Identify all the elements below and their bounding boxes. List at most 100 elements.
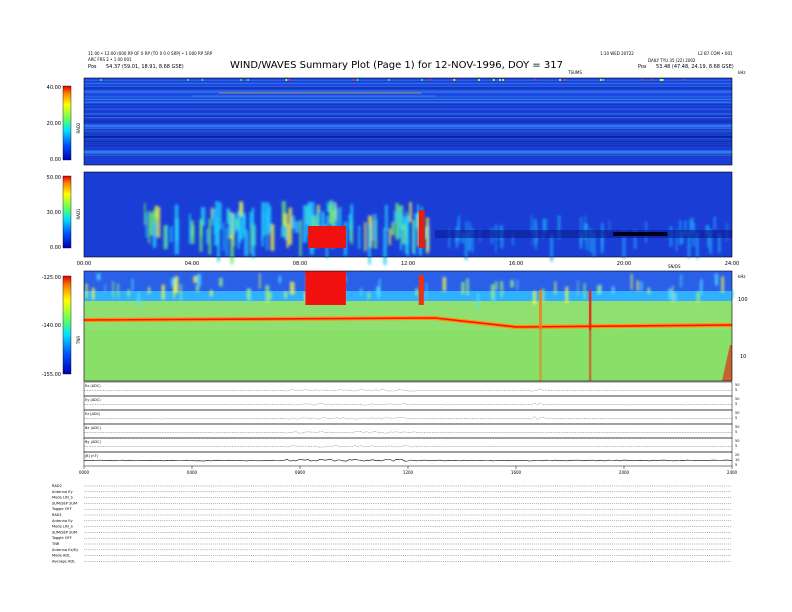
strip-trace [83,388,733,392]
rad2-cbar-tick-mid: 20.00 [47,121,61,127]
strip-label: Ez (ADC) [85,412,101,416]
rad1-burst [281,225,283,238]
tnr-noise [197,273,202,287]
rad1-burst [206,228,209,244]
rad1-burst [350,204,354,229]
tnr-noise [376,286,380,295]
tnr-noise [259,273,261,289]
footer-setting-line: Mode LIN_S [52,496,73,500]
tnr-noise [193,275,198,283]
rad1-burst [335,202,337,221]
tnr-noise [85,283,88,299]
tnr-noise [495,281,498,291]
tnr-cbar-tick-mid: -140.00 [42,323,61,329]
tnr-noise [611,286,615,294]
rad2-top-speck [534,79,537,81]
strip-frame [83,437,733,453]
footer-setting-line: RAD1 [52,513,62,517]
rad2-top-speck [240,79,242,81]
rad1-burst [265,211,268,251]
rad1-x-tick-label: 24:00 [725,261,739,267]
rad1-cbar-tick-mid: 30.00 [47,210,61,216]
rad2-cbar-tick-bot: 0.00 [50,157,61,163]
rad1-x-tick-label: 12:00 [401,261,415,267]
tnr-noise [131,278,134,291]
rad1-burst [413,225,416,255]
strip-trace [83,415,733,420]
strip-frame [83,395,733,411]
tnr-noise [117,283,119,298]
rad2-top-speck [600,79,602,81]
rad2-top-speck [499,79,501,81]
rad1-burst [239,201,244,217]
rad1-burst [249,212,253,228]
tnr-noise [500,281,504,289]
tnr-right-tick-100: 100 [738,297,748,303]
rad1-burst [329,200,333,224]
strip-right-tick: 5 [735,463,737,467]
rad1-burst [368,224,371,265]
rad1-x-tick-label: 20:00 [617,261,631,267]
strip-x-tick-label: 2000 [619,470,630,475]
rad1-burst [409,202,412,223]
rad2-top-speck [352,79,354,81]
tnr-noise [636,280,639,291]
rad2-top-speck [682,79,685,81]
strip-trace [83,445,733,448]
tnr-colorbar [62,275,72,375]
rad1-burst [152,222,157,248]
rad1-cbar-tick-bot: 0.00 [50,245,61,251]
rad1-burst [391,221,395,236]
tnr-noise [174,276,179,293]
summary-plot: 40.00 20.00 0.00 RAD2 50.00 30.00 0.00 R… [42,77,748,563]
strip-x-tick-label: 0400 [187,470,198,475]
rad1-x-tick-label: 00:00 [77,261,91,267]
tnr-noise [597,285,601,295]
rad1-corner-label: SN/DS [668,264,681,269]
tnr-ylabel: TNR [76,336,81,345]
rad1-burst [283,213,288,226]
strip-right-tick: 5 [735,402,737,406]
tnr-noise [127,289,131,297]
rad1-burst [384,204,388,231]
strip-trace [83,402,733,406]
rad2-top-speck [100,79,102,81]
tnr-noise [173,286,175,299]
strip-right-tick: 50 [735,425,739,429]
rad1-burst [243,214,246,232]
rad1-burst [383,227,387,265]
tnr-noise [218,277,223,287]
tnr-noise [289,281,294,295]
rad1-cbar-tick-top: 50.00 [47,175,61,181]
tnr-noise [112,281,114,298]
rad1-burst [364,222,367,252]
rad2-top-speck [421,79,423,81]
rad2-top-speck [247,79,249,81]
rad2-top-speck [201,79,204,81]
rad1-burst [253,223,256,245]
strip-right-tick: 5 [735,388,737,392]
tnr-noise [565,286,569,303]
rad2-top-speck [478,79,480,81]
rad1-black-band [613,232,668,236]
rad2-colorbar [62,85,72,161]
rad1-burst [426,217,429,254]
rad1-burst [286,224,289,248]
rad2-top-speck [660,79,662,81]
tnr-right-axis: 100 10 kHz [738,274,748,360]
tnr-noise [490,284,495,300]
tnr-noise [668,288,672,300]
rad2-top-speck [602,79,605,81]
strip-x-tick-label: 0000 [79,470,90,475]
tnr-noise [104,284,106,294]
rad1-burst [373,213,377,241]
rad1-colorbar [62,175,72,249]
rad1-burst [291,216,296,229]
footer-setting-line: SUM/SEP SUM [52,530,77,534]
tnr-noise [477,292,480,311]
rad2-top-speck [661,79,664,81]
strip-x-tick-label: 1200 [403,470,414,475]
rad1-burst [170,226,173,243]
rad1-x-tick-label: 16:00 [509,261,523,267]
rad2-top-speck [187,79,189,81]
